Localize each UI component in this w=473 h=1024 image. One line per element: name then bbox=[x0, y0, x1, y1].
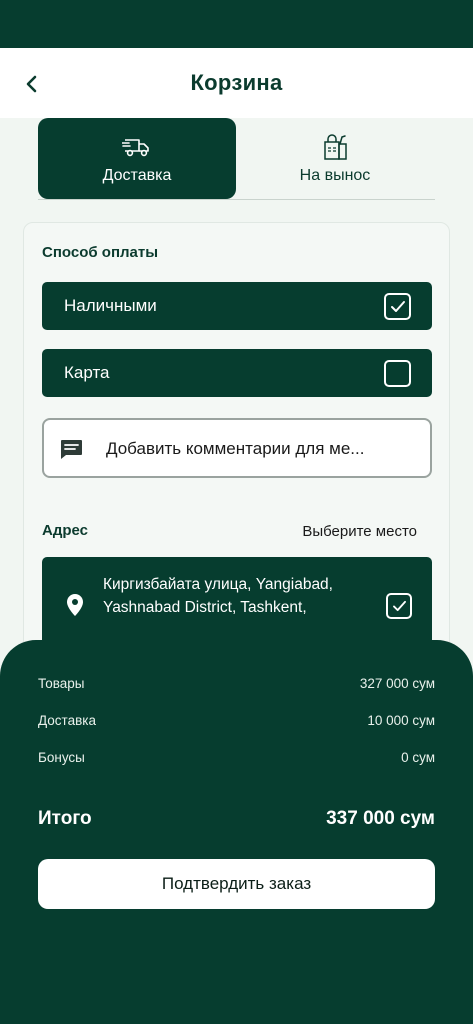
tab-takeaway-label: На вынос bbox=[299, 166, 371, 184]
takeaway-bag-icon bbox=[321, 133, 349, 161]
tab-takeaway[interactable]: На вынос bbox=[236, 118, 434, 199]
payment-option-cash[interactable]: Наличными bbox=[42, 282, 432, 330]
payment-option-card-label: Карта bbox=[64, 363, 110, 382]
address-checkbox[interactable] bbox=[386, 593, 412, 619]
tabs-divider bbox=[38, 199, 435, 200]
address-text: Киргизбайата улица, Yangiabad, Yashnabad… bbox=[103, 573, 373, 619]
tab-delivery-label: Доставка bbox=[102, 166, 172, 184]
order-details-card: Способ оплаты Наличными Карта Добавить к… bbox=[23, 222, 450, 667]
back-button[interactable] bbox=[18, 70, 46, 98]
total-value: 337 000 сум bbox=[326, 808, 435, 829]
tab-delivery[interactable]: Доставка bbox=[38, 118, 236, 199]
comment-placeholder: Добавить комментарии для ме... bbox=[106, 439, 365, 458]
page-title: Корзина bbox=[190, 70, 283, 95]
summary-row-items: Товары 327 000 сум bbox=[38, 676, 435, 691]
items-label: Товары bbox=[38, 676, 85, 691]
header: Корзина bbox=[0, 48, 473, 118]
payment-option-cash-label: Наличными bbox=[64, 296, 157, 315]
chevron-left-icon bbox=[26, 75, 37, 93]
summary-row-total: Итого 337 000 сум bbox=[38, 808, 435, 830]
check-icon bbox=[390, 301, 405, 312]
comment-icon bbox=[61, 440, 82, 459]
order-summary-panel: Товары 327 000 сум Доставка 10 000 сум Б… bbox=[0, 640, 473, 1024]
choose-place-link[interactable]: Выберите место bbox=[302, 523, 417, 540]
status-bar bbox=[0, 0, 473, 48]
address-line-1: Киргизбайата улица, Yangiabad, bbox=[103, 576, 333, 593]
confirm-order-button[interactable]: Подтвердить заказ bbox=[38, 859, 435, 909]
payment-card-checkbox[interactable] bbox=[384, 360, 411, 387]
bonus-value: 0 сум bbox=[401, 750, 435, 765]
summary-row-delivery: Доставка 10 000 сум bbox=[38, 713, 435, 728]
address-line-2: Yashnabad District, Tashkent, bbox=[103, 599, 307, 616]
total-label: Итого bbox=[38, 808, 92, 829]
bonus-label: Бонусы bbox=[38, 750, 85, 765]
payment-method-label: Способ оплаты bbox=[42, 244, 159, 261]
payment-cash-checkbox[interactable] bbox=[384, 293, 411, 320]
summary-row-bonus: Бонусы 0 сум bbox=[38, 750, 435, 765]
location-pin-icon bbox=[67, 594, 83, 616]
comment-input[interactable]: Добавить комментарии для ме... bbox=[42, 418, 432, 478]
delivery-tabs: Доставка На вынос bbox=[38, 118, 435, 200]
check-icon bbox=[392, 600, 406, 612]
delivery-truck-icon bbox=[122, 133, 152, 161]
delivery-label: Доставка bbox=[38, 713, 96, 728]
payment-option-card[interactable]: Карта bbox=[42, 349, 432, 397]
delivery-value: 10 000 сум bbox=[367, 713, 435, 728]
address-label: Адрес bbox=[42, 522, 89, 539]
items-value: 327 000 сум bbox=[359, 676, 435, 691]
